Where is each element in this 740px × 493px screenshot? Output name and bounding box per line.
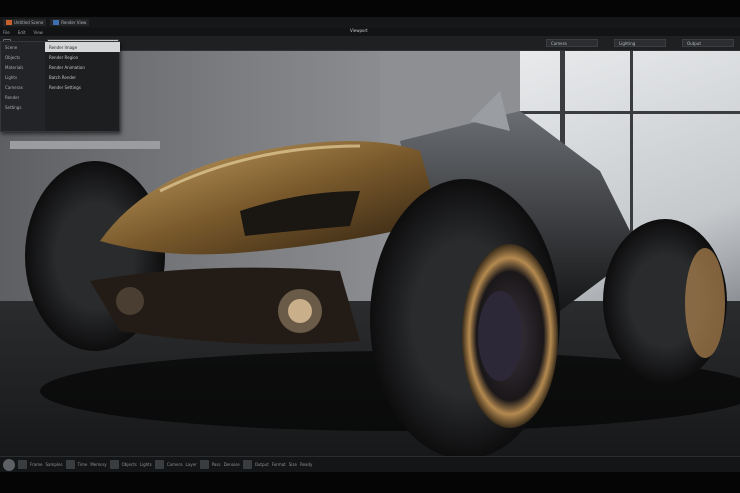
status-label: Output [254,462,269,467]
status-label: Ready [299,462,313,467]
menu-view[interactable]: View [33,30,43,35]
status-label: Lights [139,462,152,467]
menu-file[interactable]: File [3,30,10,35]
status-frame-icon[interactable] [18,460,27,469]
scene-icon [6,20,12,25]
status-time-icon[interactable] [65,460,75,469]
output-field[interactable]: Output [682,39,734,47]
menu-category-item[interactable]: Settings [1,102,45,112]
menu-edit[interactable]: Edit [18,30,26,35]
lighting-field[interactable]: Lighting [614,39,666,47]
title-tab-label: Untitled Scene [14,20,44,25]
menu-command-list: Render Image Render Region Render Animat… [45,42,120,92]
status-label: Samples [45,462,63,467]
status-label: Layer [185,462,197,467]
status-label: Denoise [223,462,240,467]
status-label: Objects [121,462,137,467]
menu-command-item[interactable]: Render Settings [45,82,120,92]
status-avatar-icon[interactable] [3,458,15,471]
title-tab-render[interactable]: Render View [50,19,90,26]
menu-category-item[interactable]: Materials [1,62,45,72]
status-label: Camera [166,462,183,467]
menu-command-item[interactable]: Batch Render [45,72,120,82]
menu-command-item[interactable]: Render Image [45,42,120,52]
status-output-icon[interactable] [242,460,252,469]
menu-category-item[interactable]: Scene [1,42,45,52]
menu-category-list: Scene Objects Materials Lights Cameras R… [1,42,45,131]
menu-bar: File Edit View Viewport [0,28,740,36]
menu-category-item[interactable]: Render [1,92,45,102]
menu-command-item[interactable]: Render Region [45,52,120,62]
render-menu-popup: Scene Objects Materials Lights Cameras R… [0,41,120,132]
title-tab-scene[interactable]: Untitled Scene [3,19,47,26]
menu-category-item[interactable]: Lights [1,72,45,82]
status-label: Time [77,462,88,467]
top-letterbox [0,0,740,17]
status-label: Pass [211,462,221,467]
title-tab-label: Render View [61,20,87,25]
status-label: Frame [30,462,43,467]
status-bar: Frame Samples Time Memory Objects Lights… [0,456,740,472]
menu-command-item[interactable]: Render Animation [45,62,120,72]
menu-category-item[interactable]: Objects [1,52,45,62]
camera-field[interactable]: Camera [546,39,598,47]
window-title: Viewport [350,28,368,33]
status-label: Size [288,462,297,467]
bottom-letterbox [0,472,740,493]
status-camera-icon[interactable] [154,460,164,469]
menu-category-item[interactable]: Cameras [1,82,45,92]
status-label: Format [271,462,286,467]
status-pass-icon[interactable] [199,460,209,469]
render-icon [53,20,60,25]
title-bar: Untitled Scene Render View [0,17,740,28]
status-objects-icon[interactable] [109,460,119,469]
status-label: Memory [90,462,107,467]
